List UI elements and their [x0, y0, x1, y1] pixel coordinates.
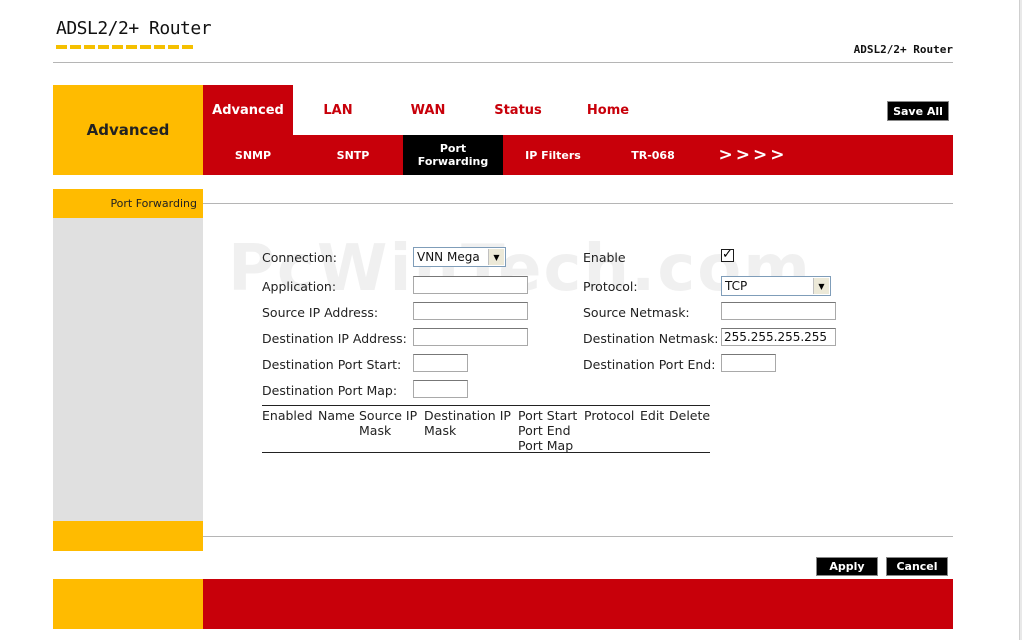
protocol-label: Protocol:	[583, 279, 638, 294]
subtab-ip-filters[interactable]: IP Filters	[503, 135, 603, 175]
col-source-ip-line1: Source IP	[359, 408, 418, 423]
col-delete: Delete	[669, 408, 711, 423]
dest-port-end-input[interactable]	[721, 354, 776, 372]
source-ip-label: Source IP Address:	[262, 305, 379, 320]
main-nav: Advanced LAN WAN Status Home Save All	[203, 85, 953, 135]
tab-status[interactable]: Status	[473, 85, 563, 135]
apply-button[interactable]: Apply	[816, 557, 878, 576]
col-destination-ip-line2: Mask	[424, 423, 457, 438]
application-label: Application:	[262, 279, 337, 294]
application-input[interactable]	[413, 276, 528, 294]
table-top-border	[262, 405, 710, 406]
sub-nav: SNMP SNTP Port Forwarding IP Filters TR-…	[203, 135, 953, 175]
source-ip-input[interactable]	[413, 302, 528, 320]
chevron-down-icon[interactable]: ▼	[813, 278, 829, 294]
footer-right-band	[203, 579, 953, 629]
enable-label: Enable	[583, 250, 626, 265]
connection-label: Connection:	[262, 250, 337, 265]
sidebar-panel	[53, 218, 203, 521]
logo: ADSL2/2+ Router	[56, 18, 212, 39]
brand-text: ADSL2/2+ Router	[853, 43, 953, 56]
dest-ip-input[interactable]	[413, 328, 528, 346]
col-edit: Edit	[640, 408, 665, 423]
col-source-ip: Source IP Mask	[359, 408, 417, 438]
subtab-tr-068[interactable]: TR-068	[603, 135, 703, 175]
dest-port-map-input[interactable]	[413, 380, 468, 398]
tab-wan[interactable]: WAN	[383, 85, 473, 135]
footer-left-band	[53, 579, 203, 629]
col-port-line2: Port End	[518, 423, 571, 438]
dest-netmask-label: Destination Netmask:	[583, 331, 719, 346]
tab-home[interactable]: Home	[563, 85, 653, 135]
dest-port-start-label: Destination Port Start:	[262, 357, 402, 372]
subtab-snmp[interactable]: SNMP	[203, 135, 303, 175]
source-netmask-input[interactable]	[721, 302, 836, 320]
col-port-line3: Port Map	[518, 438, 574, 453]
header-divider	[53, 62, 953, 63]
nav-section-title: Advanced	[53, 85, 203, 175]
protocol-value: TCP	[725, 279, 748, 293]
logo-underline	[56, 45, 196, 49]
cancel-button[interactable]: Cancel	[886, 557, 948, 576]
col-destination-ip-line1: Destination IP	[424, 408, 511, 423]
protocol-select[interactable]: TCP ▼	[721, 276, 831, 296]
save-all-button[interactable]: Save All	[887, 101, 949, 121]
connection-value: VNN Mega	[417, 250, 480, 264]
col-port-line1: Port Start	[518, 408, 578, 423]
dest-ip-label: Destination IP Address:	[262, 331, 407, 346]
table-bottom-border	[262, 452, 710, 453]
subtab-port-forwarding[interactable]: Port Forwarding	[403, 135, 503, 175]
subtab-more[interactable]: >>>>	[703, 135, 803, 175]
tab-advanced[interactable]: Advanced	[203, 85, 293, 135]
col-name: Name	[318, 408, 355, 423]
dest-port-map-label: Destination Port Map:	[262, 383, 398, 398]
source-netmask-label: Source Netmask:	[583, 305, 690, 320]
dest-port-start-input[interactable]	[413, 354, 468, 372]
dest-port-end-label: Destination Port End:	[583, 357, 716, 372]
chevron-down-icon[interactable]: ▼	[488, 249, 504, 265]
tab-lan[interactable]: LAN	[293, 85, 383, 135]
col-protocol: Protocol	[584, 408, 635, 423]
col-destination-ip: Destination IP Mask	[424, 408, 511, 438]
connection-select[interactable]: VNN Mega ▼	[413, 247, 506, 267]
col-enabled: Enabled	[262, 408, 313, 423]
col-port: Port Start Port End Port Map	[518, 408, 577, 453]
content-bottom-divider	[203, 536, 953, 537]
sidebar-title: Port Forwarding	[53, 189, 203, 218]
col-source-ip-line2: Mask	[359, 423, 392, 438]
enable-checkbox[interactable]: ✓	[721, 248, 734, 262]
dest-netmask-input[interactable]	[721, 328, 836, 346]
sidebar-footer	[53, 521, 203, 551]
subtab-sntp[interactable]: SNTP	[303, 135, 403, 175]
content-top-divider	[203, 203, 953, 204]
